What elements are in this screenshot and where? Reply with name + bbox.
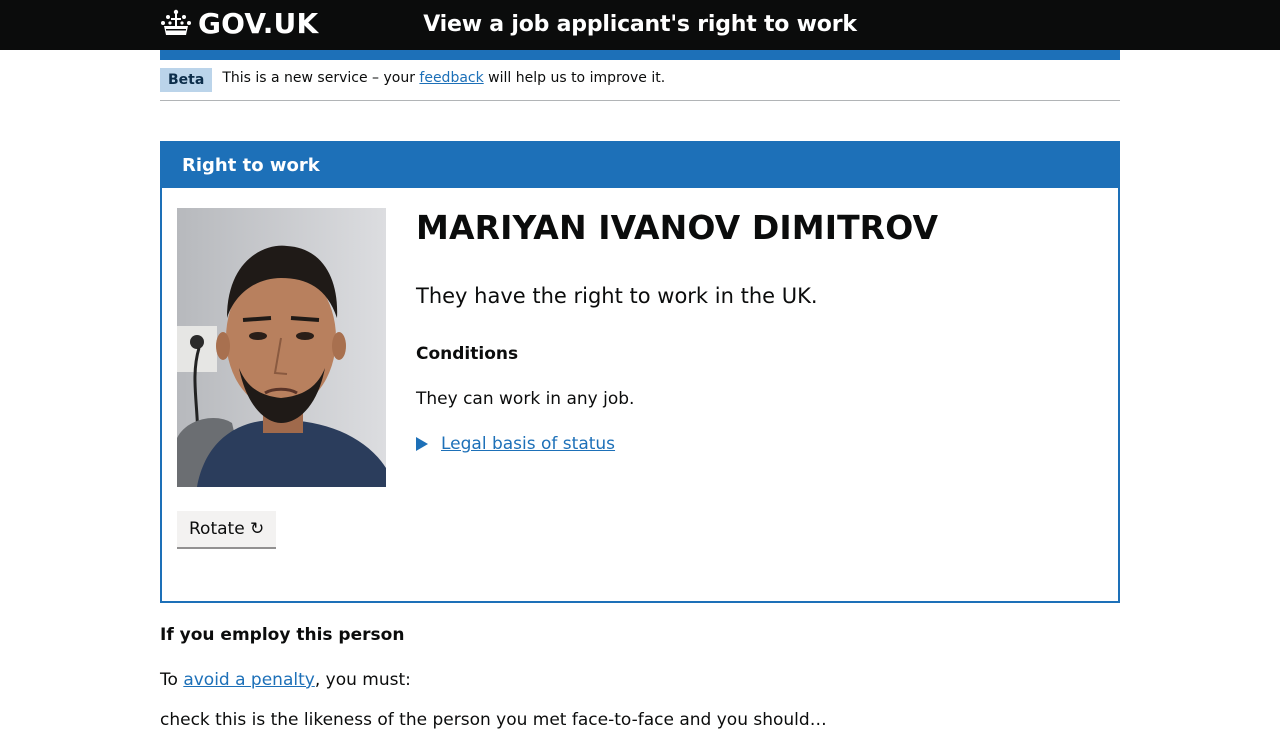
legal-basis-summary[interactable]: Legal basis of status [441,432,615,456]
employ-instruction: To avoid a penalty, you must: [160,668,1120,692]
feedback-link[interactable]: feedback [419,70,483,86]
conditions-heading: Conditions [416,344,519,364]
person-details: MARIYAN IVANOV DIMITROV They have the ri… [416,208,1096,456]
guidance-list-item: check this is the likeness of the person… [160,710,827,730]
phase-text-after: will help us to improve it. [488,70,666,86]
right-to-work-status: They have the right to work in the UK. [416,284,818,308]
govuk-header: GOV.UK View a job applicant's right to w… [0,0,1280,50]
employer-guidance: If you employ this person To avoid a pen… [160,623,1120,732]
phase-banner-text: This is a new service – your feedback wi… [222,66,665,90]
employ-text-before: To [160,670,178,690]
avoid-penalty-link[interactable]: avoid a penalty [183,670,315,690]
header-container: GOV.UK View a job applicant's right to w… [160,0,1120,50]
rotate-button[interactable]: Rotate ↻ [177,511,277,547]
employ-heading: If you employ this person [160,625,405,645]
phase-banner: Beta This is a new service – your feedba… [160,60,1120,101]
photo-illustration [177,208,386,487]
applicant-photo [177,208,386,487]
panel-title: Right to work [162,143,1118,188]
person-name: MARIYAN IVANOV DIMITROV [416,208,939,247]
legal-basis-details[interactable]: Legal basis of status [416,432,1096,456]
header-blue-bar [160,50,1120,60]
expand-triangle-icon[interactable] [416,437,428,451]
employ-text-after: , you must: [314,670,411,690]
conditions-text: They can work in any job. [416,389,635,409]
beta-tag: Beta [160,68,213,92]
right-to-work-panel: Right to work Rotate ↻ MARIYAN IVANOV DI… [160,141,1120,603]
service-name[interactable]: View a job applicant's right to work [160,0,1120,50]
phase-text-before: This is a new service – your [222,70,415,86]
